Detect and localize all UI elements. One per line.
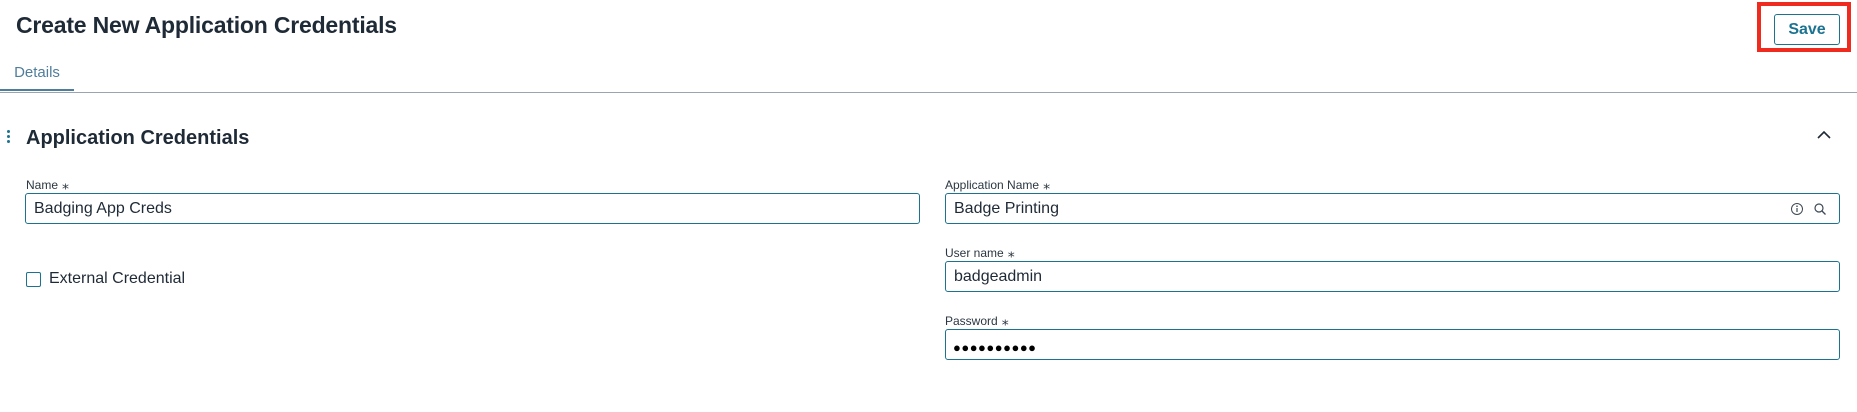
password-label-text: Password (945, 314, 998, 328)
name-input[interactable] (25, 193, 920, 224)
user-name-label-text: User name (945, 246, 1004, 260)
drag-handle-icon[interactable] (6, 130, 12, 144)
password-label: Password ⁎ (945, 312, 1009, 329)
password-input[interactable] (945, 329, 1840, 360)
application-name-label: Application Name ⁎ (945, 176, 1050, 193)
tab-details[interactable]: Details (0, 62, 74, 91)
search-icon[interactable] (1813, 202, 1827, 216)
required-star-icon: ⁎ (1001, 312, 1009, 328)
info-icon[interactable] (1790, 202, 1804, 216)
name-label: Name ⁎ (26, 176, 69, 193)
page-title: Create New Application Credentials (16, 12, 397, 38)
application-name-input[interactable] (945, 193, 1840, 224)
required-star-icon: ⁎ (62, 176, 70, 192)
page: Create New Application Credentials Save … (0, 0, 1857, 412)
tab-bar: Details (0, 62, 1857, 93)
name-label-text: Name (26, 178, 59, 192)
required-star-icon: ⁎ (1007, 244, 1015, 260)
user-name-input[interactable] (945, 261, 1840, 292)
section-title: Application Credentials (26, 127, 250, 149)
password-masked-value: ●●●●●●●●●● (953, 340, 1037, 355)
save-button[interactable]: Save (1774, 14, 1840, 45)
user-name-label: User name ⁎ (945, 244, 1015, 261)
external-credential-label[interactable]: External Credential (49, 270, 185, 288)
required-star-icon: ⁎ (1043, 176, 1051, 192)
application-name-label-text: Application Name (945, 178, 1040, 192)
chevron-up-icon[interactable] (1815, 128, 1833, 142)
external-credential-checkbox[interactable] (26, 272, 41, 287)
